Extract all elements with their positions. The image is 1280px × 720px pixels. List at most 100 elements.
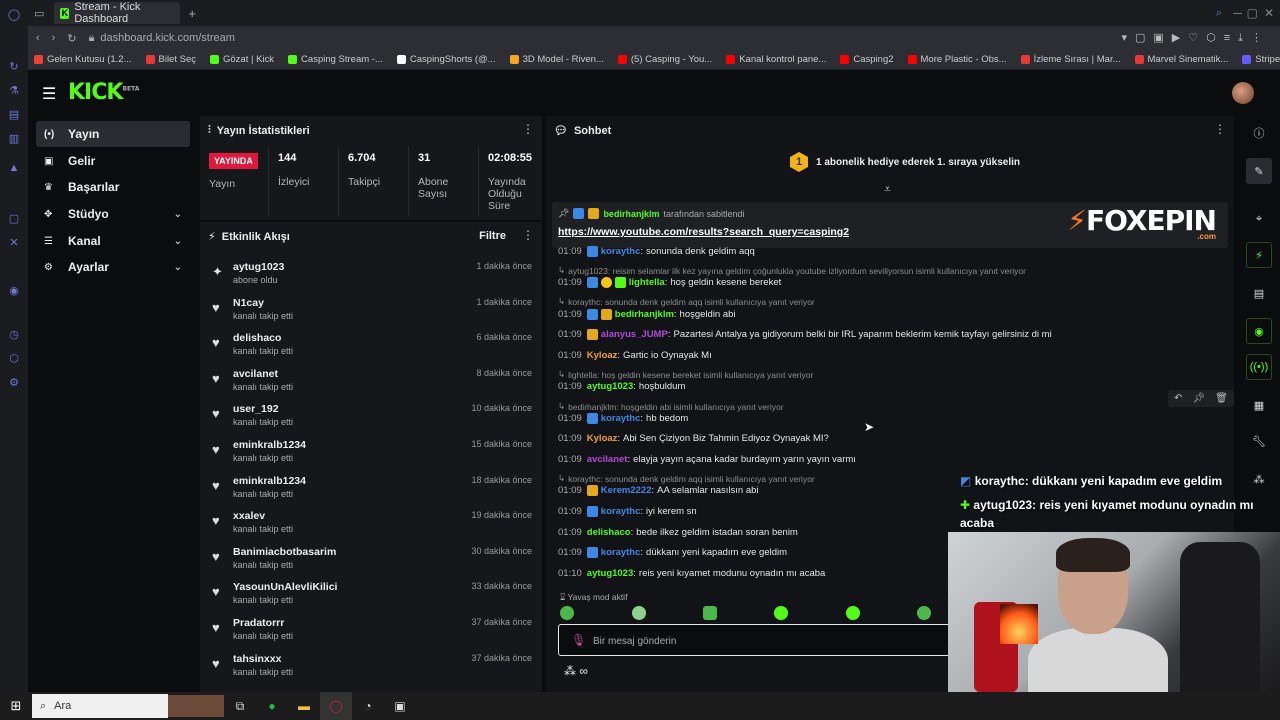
- chat-message[interactable]: 01:09 Kyloaz: Gartic io Oynayak Mı: [558, 350, 712, 361]
- sidebar-item-ayarlar[interactable]: ⚙ Ayarlar ⌄: [36, 254, 190, 280]
- kick-logo[interactable]: KICKBETA: [68, 80, 139, 105]
- list-item[interactable]: ♥ N1cay kanalı takip etti 1 dakika önce: [200, 294, 542, 330]
- list-item[interactable]: ♥ YasounUnAlevliKilici kanalı takip etti 33…: [200, 578, 542, 614]
- message-user[interactable]: Kerem2222: [601, 485, 652, 496]
- task-view-icon[interactable]: ⧉: [224, 692, 256, 720]
- avatar[interactable]: [1232, 82, 1254, 104]
- bookmark-item[interactable]: Casping Stream -...: [288, 54, 383, 65]
- emote-icon[interactable]: [703, 606, 717, 620]
- chat-message[interactable]: 01:09 Kerem2222: AA selamlar nasılsın abi: [558, 485, 759, 496]
- bookmark-item[interactable]: (5) Casping - You...: [617, 54, 712, 65]
- sidebar-item-stüdyo[interactable]: ✥ Stüdyo ⌄: [36, 201, 190, 227]
- app-icon[interactable]: ▣: [384, 692, 416, 720]
- message-user[interactable]: Kyloaz: [587, 350, 618, 361]
- chat-reply-context[interactable]: ↳ lightella: hoş geldin kesene bereket is…: [558, 369, 813, 380]
- chevron-down-icon[interactable]: ⌄: [174, 262, 182, 273]
- message-user[interactable]: lightella: [629, 277, 665, 288]
- feed-user[interactable]: xxalev: [233, 510, 265, 522]
- bookmark-item[interactable]: Casping2: [840, 54, 894, 65]
- sidebar-item-başarılar[interactable]: ♛ Başarılar: [36, 174, 190, 200]
- power-icon[interactable]: ⚡︎: [1246, 242, 1272, 268]
- focus-icon[interactable]: ⌖: [1246, 206, 1272, 232]
- x-icon[interactable]: ✕: [0, 230, 28, 254]
- chat-reply-context[interactable]: ↳ koraythc: sonunda denk geldim aqq isiml…: [558, 473, 815, 484]
- sub-goal-banner[interactable]: 1 1 abonelik hediye ederek 1. sıraya yük…: [790, 152, 1020, 172]
- minimize-button[interactable]: ─: [1233, 6, 1242, 20]
- chat-message[interactable]: 01:09 bedirhanjklm: hoşgeldin abi: [558, 309, 736, 320]
- list-item[interactable]: ♥ user_192 kanalı takip etti 10 dakika önce: [200, 400, 542, 436]
- chat-reply-context[interactable]: ↳ aytug1023: reisim selamlar ilk kez yayı…: [558, 265, 1026, 276]
- chat-message[interactable]: 01:09 koraythc: iyi kerem sn: [558, 506, 697, 517]
- chat-message[interactable]: 01:09 koraythc: sonunda denk geldim aqq: [558, 246, 755, 257]
- taskbar-thumbnail[interactable]: [168, 695, 224, 717]
- emote-icon[interactable]: [632, 606, 646, 620]
- chat-message[interactable]: 01:09 Kyloaz: Abi Sen Çiziyon Biz Tahmin E…: [558, 433, 829, 444]
- pin-message-icon[interactable]: 📌︎: [1192, 393, 1205, 404]
- chat-toggle-icon[interactable]: ◉: [1246, 318, 1272, 344]
- infinity-icon[interactable]: ∞: [579, 664, 588, 678]
- close-window-button[interactable]: ✕: [1264, 6, 1274, 20]
- feed-menu-button[interactable]: ⋮: [522, 228, 534, 242]
- taskbar-search[interactable]: ⌕ Ara: [32, 694, 168, 718]
- chat-menu-button[interactable]: ⋮: [1214, 122, 1226, 136]
- back-icon[interactable]: ‹: [36, 32, 40, 44]
- maximize-button[interactable]: ▢: [1247, 6, 1258, 20]
- chat-message[interactable]: 01:09 alanyus_JUMP: Pazartesi Antalya ya g…: [558, 329, 1052, 340]
- opera-icon[interactable]: ◯: [0, 2, 28, 26]
- pinned-user[interactable]: bedirhanjklm: [603, 209, 659, 219]
- message-user[interactable]: aytug1023: [587, 381, 633, 392]
- feed-user[interactable]: user_192: [233, 403, 279, 415]
- list-item[interactable]: ♥ Banimiacbotbasarim kanalı takip etti 30 d…: [200, 543, 542, 579]
- emote-picker-icon[interactable]: ⁂: [564, 664, 576, 678]
- info-icon[interactable]: ⓘ: [1246, 120, 1272, 146]
- message-user[interactable]: delishaco: [587, 527, 631, 538]
- bookmark-item[interactable]: İzleme Sırası | Mar...: [1020, 54, 1121, 65]
- feed-user[interactable]: eminkralb1234: [233, 475, 306, 487]
- stats-menu-button[interactable]: ⋮: [522, 122, 534, 136]
- delete-icon[interactable]: 🗑︎: [1215, 393, 1228, 404]
- chevron-down-icon[interactable]: ⌄: [174, 236, 182, 247]
- message-user[interactable]: koraythc: [601, 413, 641, 424]
- edit-icon[interactable]: ✎: [1246, 158, 1272, 184]
- tab-menu-icon[interactable]: ▭: [34, 7, 44, 20]
- sidebar-item-gelir[interactable]: ▣ Gelir: [36, 148, 190, 174]
- url-text[interactable]: dashboard.kick.com/stream: [100, 32, 235, 44]
- feed-user[interactable]: avcilanet: [233, 368, 278, 380]
- list-item[interactable]: ♥ eminkralb1234 kanalı takip etti 15 dakika…: [200, 436, 542, 472]
- chat-message[interactable]: 01:10 aytug1023: reis yeni kıyamet modunu …: [558, 568, 825, 579]
- bookmark-item[interactable]: Gözat | Kick: [210, 54, 274, 65]
- message-user[interactable]: bedirhanjklm: [615, 309, 674, 320]
- explorer-icon[interactable]: ▬: [288, 692, 320, 720]
- feed-user[interactable]: eminkralb1234: [233, 439, 306, 451]
- tab-kick-dashboard[interactable]: K Stream - Kick Dashboard: [54, 1, 181, 25]
- message-user[interactable]: alanyus_JUMP: [601, 329, 668, 340]
- windows-start-icon[interactable]: ⊞: [0, 698, 32, 714]
- chevron-down-icon[interactable]: ⌄: [174, 209, 182, 220]
- bookmark-item[interactable]: 3D Model - Riven...: [509, 54, 604, 65]
- player-icon[interactable]: ◉: [0, 278, 28, 302]
- chat-message[interactable]: 01:09 avcilanet: elayja yayın açana kadar …: [558, 454, 856, 465]
- feed-user[interactable]: tahsinxxx: [233, 653, 281, 665]
- cube-icon[interactable]: ⬡: [0, 346, 28, 370]
- message-input[interactable]: [593, 632, 933, 650]
- chat-message[interactable]: 01:09 koraythc: hb bedom: [558, 413, 688, 424]
- feed-user[interactable]: aytug1023: [233, 261, 284, 273]
- obs-icon[interactable]: ◔: [352, 692, 384, 720]
- message-user[interactable]: avcilanet: [587, 454, 628, 465]
- wallet-icon[interactable]: ⚗: [0, 78, 28, 102]
- emote-icon[interactable]: [774, 606, 788, 620]
- speed-dial-icon[interactable]: ↻: [0, 54, 28, 78]
- microphone-icon[interactable]: 🎙︎: [571, 633, 586, 647]
- reply-icon[interactable]: ↶: [1174, 393, 1182, 404]
- messenger-icon[interactable]: ▥: [0, 126, 28, 150]
- feed-user[interactable]: delishaco: [233, 332, 281, 344]
- chat-icon[interactable]: ▢: [0, 206, 28, 230]
- list-item[interactable]: ♥ avcilanet kanalı takip etti 8 dakika önce: [200, 365, 542, 401]
- forward-icon[interactable]: ›: [52, 32, 56, 44]
- layout-icon[interactable]: ▦: [1246, 392, 1272, 418]
- bookmark-item[interactable]: Gelen Kutusu (1.2...: [34, 54, 132, 65]
- message-box[interactable]: 🎙︎: [558, 624, 958, 656]
- sidebar-item-kanal[interactable]: ☰ Kanal ⌄: [36, 228, 190, 254]
- bookmark-item[interactable]: Kanal kontrol pane...: [726, 54, 826, 65]
- feed-user[interactable]: YasounUnAlevliKilici: [233, 581, 337, 593]
